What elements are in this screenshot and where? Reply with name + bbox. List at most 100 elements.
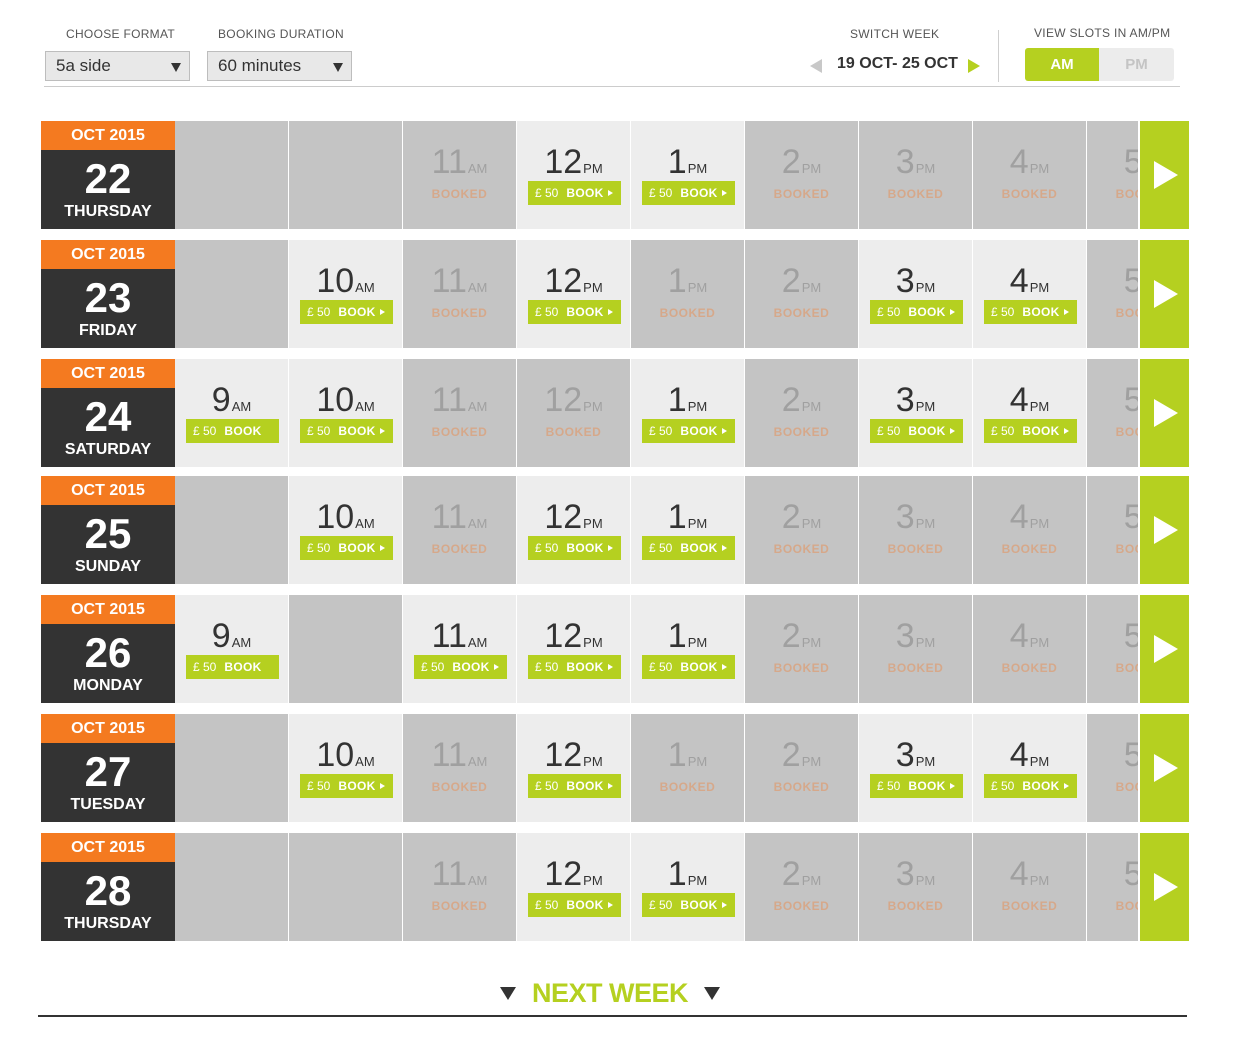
empty-slot	[175, 714, 288, 822]
slot-strip: 11AM BOOKED 12PM £ 50 BOOK 1PM £ 50 BOOK 2PM BOOK…	[175, 121, 1138, 229]
book-button[interactable]: £ 50 BOOK	[528, 181, 621, 205]
next-week-arrow-icon[interactable]	[968, 59, 980, 73]
book-button[interactable]: £ 50 BOOK	[300, 419, 393, 443]
book-button[interactable]: £ 50 BOOK	[528, 655, 621, 679]
format-select[interactable]: 5a side	[45, 51, 190, 81]
play-arrow-icon	[721, 664, 727, 670]
booked-label: BOOKED	[1115, 542, 1138, 556]
book-button[interactable]: £ 50 BOOK	[186, 655, 279, 679]
book-button[interactable]: £ 50 BOOK	[984, 419, 1077, 443]
booked-label: BOOKED	[1115, 661, 1138, 675]
slot-meridiem: AM	[467, 399, 488, 414]
book-button[interactable]: £ 50 BOOK	[642, 893, 735, 917]
book-button[interactable]: £ 50 BOOK	[984, 774, 1077, 798]
book-label: BOOK	[338, 305, 376, 319]
slot-meridiem: PM	[1029, 161, 1050, 176]
booked-label: BOOKED	[773, 187, 830, 201]
slot-hour: 2	[781, 498, 801, 536]
slot-time: 3PM	[859, 855, 972, 893]
divider	[998, 30, 999, 82]
book-button[interactable]: £ 50 BOOK	[528, 774, 621, 798]
next-week-link[interactable]: NEXT WEEK	[0, 978, 1220, 1009]
book-button[interactable]: £ 50 BOOK	[642, 419, 735, 443]
play-arrow-icon	[1154, 399, 1178, 427]
play-arrow-icon	[607, 309, 613, 315]
book-button[interactable]: £ 50 BOOK	[300, 300, 393, 324]
book-button[interactable]: £ 50 BOOK	[528, 536, 621, 560]
date-block: OCT 2015 22 THURSDAY	[41, 121, 175, 229]
booked-slot: 2PM BOOKED	[745, 121, 858, 229]
date-day-number: 28	[84, 867, 132, 914]
booked-label: BOOKED	[773, 780, 830, 794]
slot-price: £ 50	[991, 424, 1015, 438]
book-button[interactable]: £ 50 BOOK	[642, 655, 735, 679]
book-label: BOOK	[1022, 779, 1060, 793]
booked-slot: 4PM BOOKED	[973, 833, 1086, 941]
booked-label: BOOKED	[431, 187, 488, 201]
booked-slot: 2PM BOOKED	[745, 476, 858, 584]
slot-time: 3PM	[859, 262, 972, 300]
book-label: BOOK	[566, 186, 604, 200]
book-button[interactable]: £ 50 BOOK	[642, 181, 735, 205]
slot-meridiem: PM	[801, 161, 822, 176]
book-button[interactable]: £ 50 BOOK	[186, 419, 279, 443]
slot-hour: 5	[1123, 143, 1138, 181]
slot-time: 3PM	[859, 498, 972, 536]
slot-hour: 12	[544, 381, 583, 419]
booked-slot: 5PM BOOKED	[1087, 476, 1138, 584]
book-label: BOOK	[1022, 424, 1060, 438]
slot-hour: 12	[544, 262, 583, 300]
available-slot: 4PM £ 50 BOOK	[973, 359, 1086, 467]
available-slot: 12PM £ 50 BOOK	[517, 476, 630, 584]
book-button[interactable]: £ 50 BOOK	[642, 536, 735, 560]
pm-toggle-button[interactable]: PM	[1099, 48, 1174, 81]
book-label: BOOK	[680, 660, 718, 674]
book-label: BOOK	[566, 779, 604, 793]
next-slots-button[interactable]	[1140, 595, 1189, 703]
play-arrow-icon	[607, 783, 613, 789]
next-slots-button[interactable]	[1140, 121, 1189, 229]
next-slots-button[interactable]	[1140, 359, 1189, 467]
book-button[interactable]: £ 50 BOOK	[528, 300, 621, 324]
slot-time: 4PM	[973, 617, 1086, 655]
book-label: BOOK	[680, 541, 718, 555]
book-button[interactable]: £ 50 BOOK	[300, 536, 393, 560]
slot-hour: 5	[1123, 617, 1138, 655]
book-button[interactable]: £ 50 BOOK	[528, 893, 621, 917]
book-button[interactable]: £ 50 BOOK	[870, 774, 963, 798]
slot-time: 12PM	[517, 855, 630, 893]
book-button[interactable]: £ 50 BOOK	[300, 774, 393, 798]
booked-label: BOOKED	[431, 306, 488, 320]
slot-hour: 3	[895, 381, 915, 419]
slot-time: 11AM	[403, 498, 516, 536]
book-button[interactable]: £ 50 BOOK	[414, 655, 507, 679]
next-slots-button[interactable]	[1140, 476, 1189, 584]
slot-price: £ 50	[877, 424, 901, 438]
next-slots-button[interactable]	[1140, 833, 1189, 941]
previous-week-arrow-icon[interactable]	[810, 59, 822, 73]
slot-meridiem: PM	[801, 873, 822, 888]
play-arrow-icon	[379, 545, 385, 551]
slot-time: 4PM	[973, 262, 1086, 300]
am-toggle-button[interactable]: AM	[1025, 48, 1099, 81]
booked-slot: 5PM BOOKED	[1087, 240, 1138, 348]
slot-time: 11AM	[403, 617, 516, 655]
book-button[interactable]: £ 50 BOOK	[870, 419, 963, 443]
slot-hour: 2	[781, 143, 801, 181]
slot-time: 10AM	[289, 736, 402, 774]
booked-label: BOOKED	[431, 899, 488, 913]
booked-label: BOOKED	[1001, 661, 1058, 675]
book-button[interactable]: £ 50 BOOK	[984, 300, 1077, 324]
booked-label: BOOKED	[773, 425, 830, 439]
next-slots-button[interactable]	[1140, 240, 1189, 348]
slot-meridiem: PM	[687, 161, 708, 176]
slot-meridiem: AM	[467, 873, 488, 888]
slot-time: 10AM	[289, 262, 402, 300]
book-label: BOOK	[224, 424, 262, 438]
duration-select[interactable]: 60 minutes	[207, 51, 352, 81]
booked-label: BOOKED	[1001, 899, 1058, 913]
play-arrow-icon	[949, 309, 955, 315]
slot-price: £ 50	[535, 660, 559, 674]
book-button[interactable]: £ 50 BOOK	[870, 300, 963, 324]
next-slots-button[interactable]	[1140, 714, 1189, 822]
